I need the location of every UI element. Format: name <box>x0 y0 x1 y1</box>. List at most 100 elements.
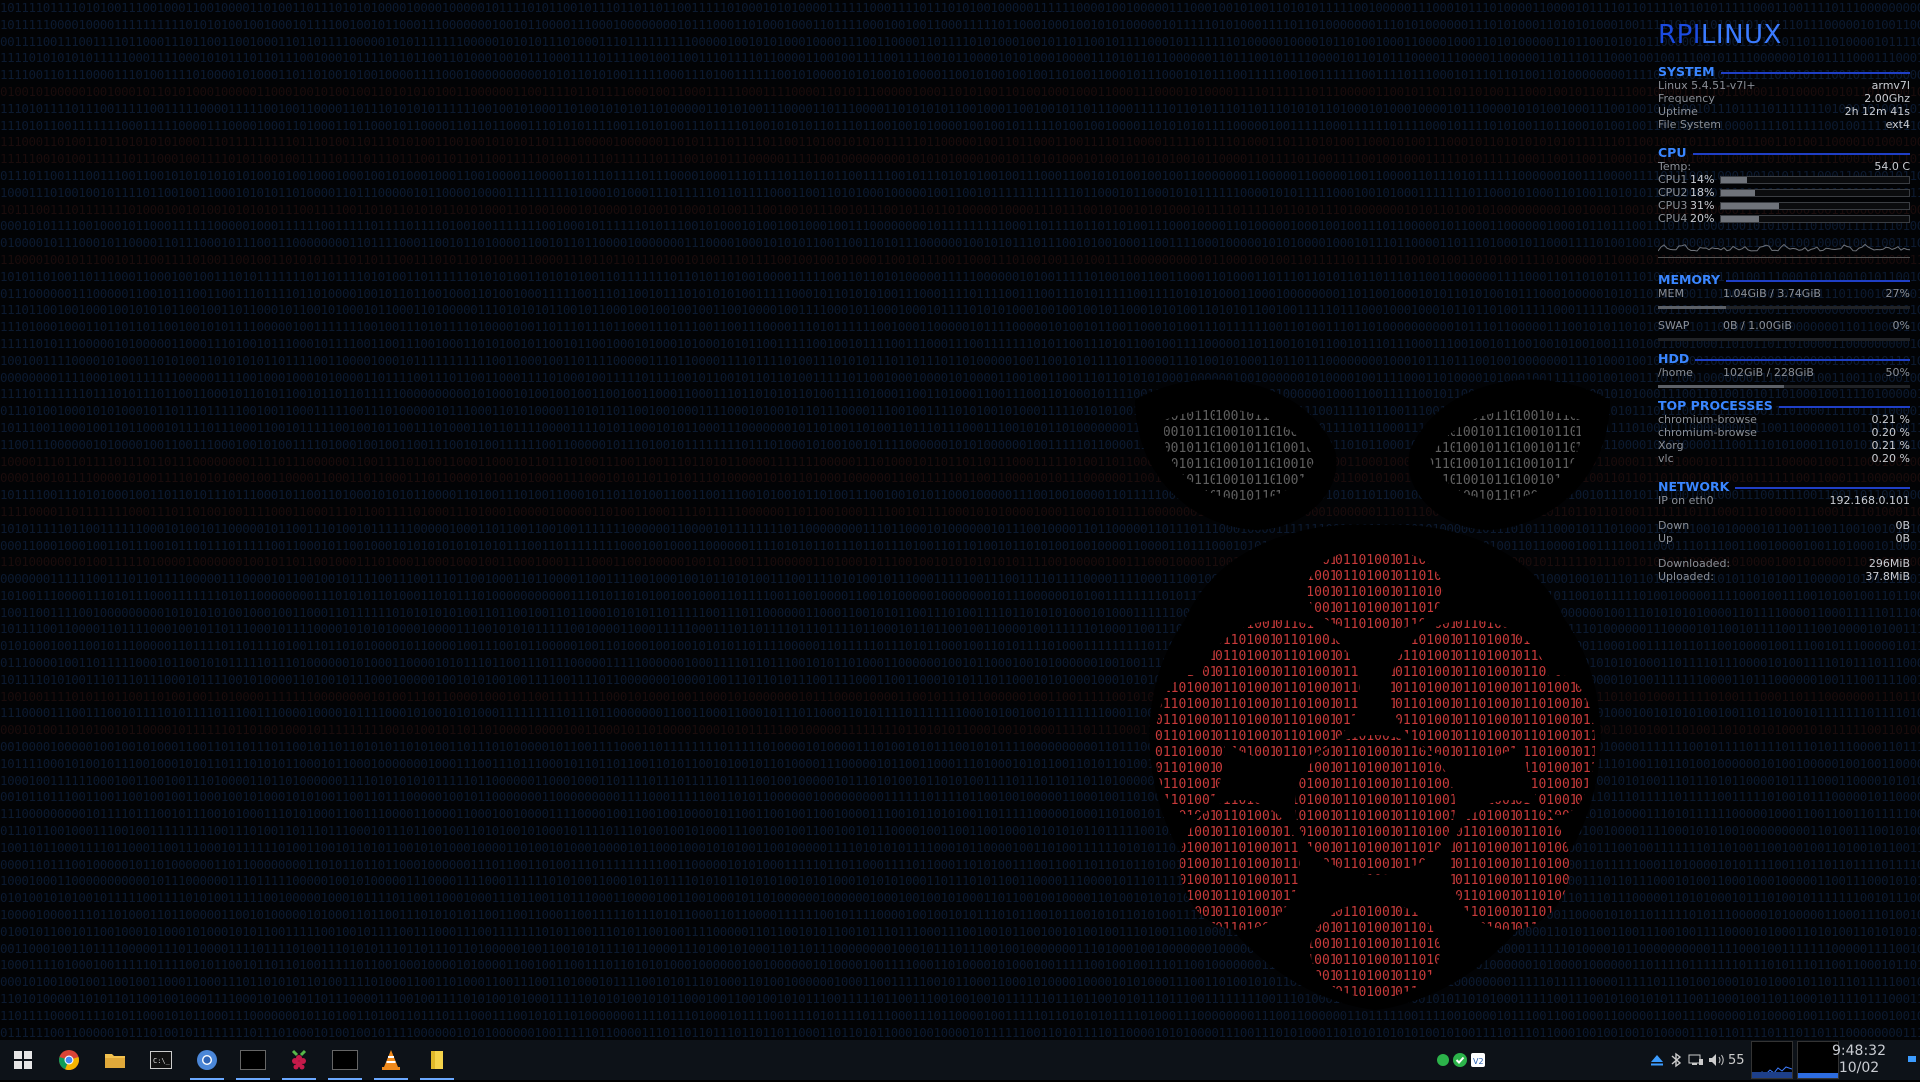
chrome-icon <box>59 1050 79 1071</box>
hdd-label: /home <box>1658 366 1693 379</box>
system-row-value: ext4 <box>1885 118 1910 131</box>
show-desktop-button[interactable] <box>1908 1056 1916 1062</box>
file-manager-button[interactable] <box>92 1040 138 1080</box>
cpu-core-row: CPU4 20% <box>1658 212 1910 225</box>
green-dot-icon[interactable] <box>1436 1053 1450 1067</box>
system-row-label: File System <box>1658 118 1721 131</box>
system-row-value: armv7l <box>1871 79 1910 92</box>
process-row-value: 0.21 % <box>1871 439 1910 452</box>
eject-icon[interactable] <box>1650 1053 1664 1067</box>
up-value: 0B <box>1895 532 1910 545</box>
folder-icon <box>105 1054 125 1068</box>
downloaded-label: Downloaded: <box>1658 557 1731 570</box>
black-window-icon <box>240 1050 266 1070</box>
window-2-button[interactable] <box>322 1040 368 1080</box>
hdd-value: 102GiB / 228GiB <box>1723 366 1814 379</box>
cpu-core-percent: 31% <box>1690 199 1715 212</box>
svg-text:C:\_: C:\_ <box>153 1057 171 1065</box>
memory-heading: MEMORY <box>1658 272 1721 287</box>
cpu-core-label: CPU1 <box>1658 173 1688 186</box>
status-icons-center: V2 <box>1436 1040 1486 1080</box>
uploaded-value: 37.8MiB <box>1865 570 1910 583</box>
swap-bar <box>1658 338 1910 341</box>
up-label: Up <box>1658 532 1674 545</box>
terminal-button[interactable]: C:\_ <box>138 1040 184 1080</box>
cpu-usage-graph <box>1658 243 1910 258</box>
cpu-core-bar <box>1720 201 1910 210</box>
mem-value: 1.04GiB / 3.74GiB <box>1723 287 1821 300</box>
system-row-label: Linux 5.4.51-v7l+ <box>1658 79 1756 92</box>
vlc-cone-icon <box>382 1050 400 1070</box>
system-tray: 55 <box>1650 1040 1841 1080</box>
vlc-button[interactable] <box>368 1040 414 1080</box>
cpu-core-row: CPU3 31% <box>1658 199 1910 212</box>
cpu-core-row: CPU1 14% <box>1658 173 1910 186</box>
swap-percent: 0% <box>1892 319 1910 332</box>
process-row: vlc 0.20 % <box>1658 452 1910 465</box>
process-row-label: vlc <box>1658 452 1674 465</box>
network-icon[interactable] <box>1688 1053 1704 1067</box>
chromium-icon <box>197 1050 217 1070</box>
system-section: SYSTEM Linux 5.4.51-v7l+ armv7l Frequency 2… <box>1658 64 1910 131</box>
chromium-button[interactable] <box>184 1040 230 1080</box>
check-shield-icon[interactable] <box>1452 1052 1468 1068</box>
cpu-core-bar <box>1720 214 1910 223</box>
process-row: chromium-browse 0.20 % <box>1658 426 1910 439</box>
network-section: NETWORK IP on eth0 192.168.0.101 Down 0B U… <box>1658 479 1910 583</box>
process-row: Xorg 0.21 % <box>1658 439 1910 452</box>
raspberry-icon <box>291 1049 307 1070</box>
notes-button[interactable] <box>414 1040 460 1080</box>
cpu-core-label: CPU2 <box>1658 186 1688 199</box>
system-row-label: Uptime <box>1658 105 1698 118</box>
vnc-icon[interactable]: V2 <box>1470 1052 1486 1068</box>
note-icon <box>431 1051 443 1069</box>
black-window-icon <box>332 1050 358 1070</box>
bluetooth-icon[interactable] <box>1670 1052 1682 1068</box>
start-button[interactable] <box>0 1040 46 1080</box>
cpu-core-bar <box>1720 188 1910 197</box>
swap-label: SWAP <box>1658 319 1690 332</box>
downloaded-value: 296MiB <box>1868 557 1910 570</box>
cpu-temp-value: 54.0 C <box>1874 160 1910 173</box>
mem-bar <box>1658 306 1910 309</box>
mem-label: MEM <box>1658 287 1684 300</box>
svg-text:V2: V2 <box>1473 1057 1484 1066</box>
ip-label: IP on eth0 <box>1658 494 1714 507</box>
process-row-label: Xorg <box>1658 439 1684 452</box>
hdd-heading: HDD <box>1658 351 1690 366</box>
processes-heading: TOP PROCESSES <box>1658 398 1773 413</box>
raspberry-pi-logo: 01101001 10010110 <box>1135 379 1610 1010</box>
cpu-temp-label: Temp: <box>1658 160 1692 173</box>
cpu-core-percent: 20% <box>1690 212 1715 225</box>
processes-section: TOP PROCESSES chromium-browse 0.21 % chrom… <box>1658 398 1910 465</box>
terminal-icon: C:\_ <box>150 1051 172 1069</box>
cpu-core-percent: 14% <box>1690 173 1715 186</box>
process-row-label: chromium-browse <box>1658 413 1757 426</box>
raspberry-button[interactable] <box>276 1040 322 1080</box>
process-row-value: 0.20 % <box>1871 452 1910 465</box>
hdd-percent: 50% <box>1885 366 1910 379</box>
cpu-core-label: CPU4 <box>1658 212 1688 225</box>
volume-icon[interactable] <box>1708 1053 1726 1067</box>
clock[interactable]: 9:48:32 10/02 <box>1824 1043 1894 1077</box>
swap-value: 0B / 1.00GiB <box>1723 319 1792 332</box>
cpu-heading: CPU <box>1658 145 1687 160</box>
taskbar: C:\_ V2 55 9:48:32 10/02 <box>0 1040 1920 1080</box>
down-value: 0B <box>1895 519 1910 532</box>
ip-value: 192.168.0.101 <box>1829 494 1910 507</box>
system-heading: SYSTEM <box>1658 64 1715 79</box>
window-1-button[interactable] <box>230 1040 276 1080</box>
hdd-bar <box>1658 385 1910 388</box>
desktop-wallpaper: 1011110111101010011100100011001000011010… <box>0 0 1920 1040</box>
system-row-value: 2h 12m 41s <box>1844 105 1910 118</box>
cpu-mini-graph[interactable] <box>1750 1041 1793 1079</box>
system-row-label: Frequency <box>1658 92 1715 105</box>
clock-time: 9:48:32 <box>1832 1043 1886 1059</box>
system-row: Linux 5.4.51-v7l+ armv7l <box>1658 79 1910 92</box>
hdd-section: HDD /home 102GiB / 228GiB 50% <box>1658 351 1910 388</box>
system-row: Uptime 2h 12m 41s <box>1658 105 1910 118</box>
process-row-value: 0.21 % <box>1871 413 1910 426</box>
clock-date: 10/02 <box>1838 1060 1880 1076</box>
volume-level: 55 <box>1728 1052 1745 1068</box>
chrome-button[interactable] <box>46 1040 92 1080</box>
